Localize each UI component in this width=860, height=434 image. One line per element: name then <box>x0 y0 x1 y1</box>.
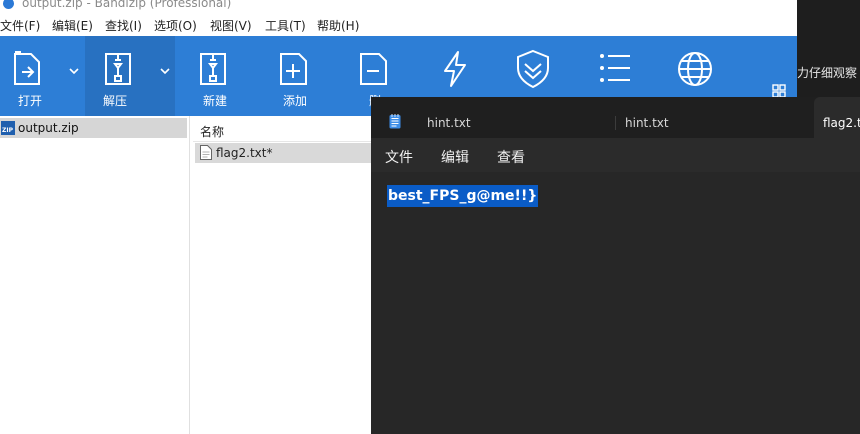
tree-item-label: output.zip <box>18 121 79 135</box>
new-archive-icon <box>200 53 226 85</box>
menu-view[interactable]: 视图(V) <box>210 17 252 34</box>
menu-options[interactable]: 选项(O) <box>154 17 197 34</box>
notepad-tab-bar: hint.txt hint.txt flag2.t <box>371 97 860 138</box>
menu-edit[interactable]: 编辑(E) <box>52 17 93 34</box>
notepad-menu-file[interactable]: 文件 <box>385 147 413 167</box>
notepad-menu-view[interactable]: 查看 <box>497 147 525 167</box>
close-button[interactable]: ✕ <box>755 0 795 2</box>
desktop: output.zip - Bandizip (Professional) — □… <box>0 0 860 434</box>
delete-file-icon <box>360 53 387 85</box>
globe-icon[interactable] <box>676 50 714 88</box>
notepad-app-icon <box>389 114 401 129</box>
tab-hint-1[interactable]: hint.txt <box>411 97 607 138</box>
notepad-window: hint.txt hint.txt flag2.t 文件 编辑 查看 best_… <box>371 97 860 434</box>
minimize-button[interactable]: — <box>667 0 707 2</box>
notepad-menu-edit[interactable]: 编辑 <box>441 147 469 167</box>
tab-hint-2-label: hint.txt <box>625 116 669 130</box>
notepad-menu-bar: 文件 编辑 查看 <box>371 138 860 172</box>
file-row[interactable]: flag2.txt* <box>195 143 375 163</box>
extract-icon <box>105 53 131 85</box>
zip-file-icon: ZIP <box>1 121 15 135</box>
extract-dropdown-chevron-icon[interactable] <box>158 64 172 78</box>
text-file-icon <box>200 145 212 160</box>
tab-hint-2[interactable]: hint.txt <box>609 97 807 138</box>
menu-tools[interactable]: 工具(T) <box>265 17 306 34</box>
notepad-text-area[interactable]: best_FPS_g@me!!} <box>371 172 860 434</box>
add-file-icon <box>280 53 307 85</box>
background-text: 力仔细观察 <box>797 66 858 80</box>
bandizip-logo-icon <box>3 0 14 9</box>
menu-file[interactable]: 文件(F) <box>0 17 40 34</box>
shield-icon[interactable] <box>512 48 554 90</box>
menu-find[interactable]: 查找(I) <box>105 17 142 34</box>
open-dropdown-chevron-icon[interactable] <box>67 64 81 78</box>
zip-badge-text: ZIP <box>2 127 14 134</box>
list-icon[interactable] <box>597 50 633 86</box>
extract-button[interactable]: 解压 <box>85 36 175 116</box>
tab-flag2[interactable]: flag2.t <box>814 97 860 138</box>
bandizip-menu-bar: 文件(F) 编辑(E) 查找(I) 选项(O) 视图(V) 工具(T) 帮助(H… <box>0 14 797 36</box>
bandizip-title-bar: output.zip - Bandizip (Professional) — □… <box>0 0 797 10</box>
selected-text[interactable]: best_FPS_g@me!!} <box>387 185 539 207</box>
new-label: 新建 <box>202 94 227 108</box>
file-name: flag2.txt* <box>216 146 273 160</box>
tree-item-archive[interactable]: ZIP output.zip <box>0 118 187 138</box>
open-button[interactable]: 打开 <box>0 36 60 116</box>
new-button[interactable]: 新建 <box>185 36 245 116</box>
open-label: 打开 <box>17 94 42 108</box>
menu-help[interactable]: 帮助(H) <box>317 17 359 34</box>
window-title: output.zip - Bandizip (Professional) <box>22 0 232 10</box>
tab-hint-1-label: hint.txt <box>427 116 471 130</box>
layout-grid-icon[interactable] <box>772 84 786 98</box>
archive-tree-pane: ZIP output.zip <box>0 116 190 434</box>
tab-flag2-label: flag2.t <box>823 116 860 130</box>
open-icon <box>14 51 40 85</box>
lightning-icon[interactable] <box>440 50 470 88</box>
add-label: 添加 <box>282 94 307 108</box>
add-button[interactable]: 添加 <box>265 36 325 116</box>
maximize-button[interactable]: □ <box>711 0 751 2</box>
extract-label: 解压 <box>102 94 127 108</box>
column-header-label: 名称 <box>200 125 225 139</box>
